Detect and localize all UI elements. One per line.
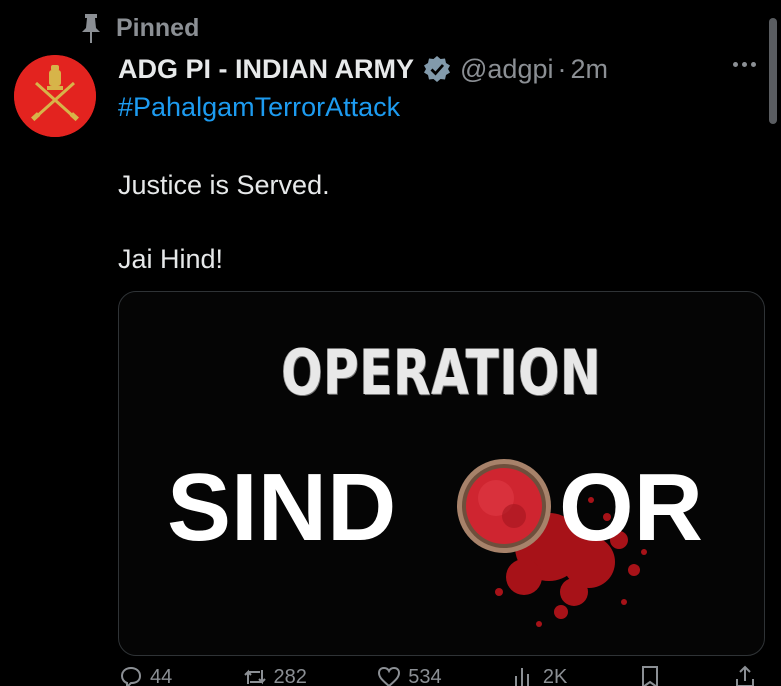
share-button[interactable] (732, 664, 758, 686)
heart-icon (378, 666, 401, 686)
repost-icon (243, 669, 266, 685)
author-name[interactable]: ADG PI - INDIAN ARMY (118, 52, 414, 86)
views-button[interactable]: 2K (511, 664, 567, 686)
tweet-header: ADG PI - INDIAN ARMY @adgpi · 2m (118, 52, 608, 86)
media-title: OPERATION (281, 336, 602, 409)
share-icon (735, 665, 754, 686)
scrollbar[interactable] (769, 18, 777, 124)
sindoor-text-right: OR (559, 454, 703, 561)
verified-badge-icon (424, 56, 450, 82)
tweet-text-line-1: Justice is Served. (118, 170, 330, 200)
army-emblem-icon (14, 55, 96, 137)
reply-button[interactable]: 44 (118, 664, 172, 686)
author-handle[interactable]: @adgpi (460, 52, 553, 86)
sindoor-bowl-icon (457, 459, 551, 553)
pinned-label: Pinned (116, 13, 200, 42)
more-dot-icon (751, 62, 756, 67)
avatar[interactable] (14, 55, 96, 137)
like-count: 534 (408, 665, 442, 686)
reply-count: 44 (150, 665, 173, 686)
views-chart-icon (514, 668, 529, 686)
views-count: 2K (542, 665, 568, 686)
repost-count: 282 (273, 665, 307, 686)
sindoor-text-left: SIND (167, 454, 397, 561)
more-options-button[interactable] (733, 62, 756, 67)
tweet-actions: 44 282 534 2K (118, 664, 758, 686)
tweet-media-image[interactable]: OPERATION SIND OR (118, 291, 765, 656)
sindoor-graphic: SIND OR (119, 442, 764, 642)
timestamp[interactable]: 2m (570, 52, 608, 86)
like-button[interactable]: 534 (376, 664, 442, 686)
hashtag-link[interactable]: #PahalgamTerrorAttack (118, 90, 400, 124)
more-dot-icon (733, 62, 738, 67)
bookmark-button[interactable] (637, 664, 663, 686)
bookmark-icon (641, 666, 658, 686)
repost-button[interactable]: 282 (242, 664, 307, 686)
pinned-indicator: Pinned (80, 12, 199, 44)
pin-icon (82, 14, 100, 43)
separator-dot: · (557, 54, 567, 84)
reply-icon (120, 666, 142, 686)
tweet-text-line-2: Jai Hind! (118, 244, 224, 274)
more-dot-icon (742, 62, 747, 67)
tweet[interactable]: Pinned ADG PI - INDIAN ARMY @adgpi · 2m … (0, 0, 781, 686)
